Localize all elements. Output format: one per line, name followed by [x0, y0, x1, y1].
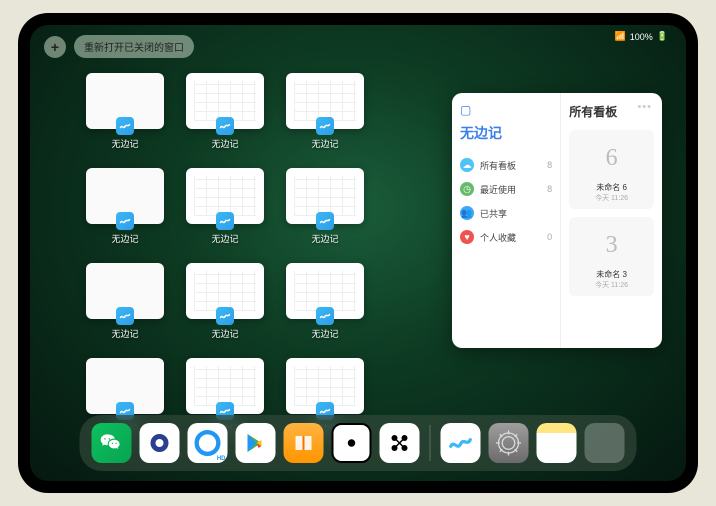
dock-play-store[interactable]: [236, 423, 276, 463]
item-label: 所有看板: [480, 159, 516, 172]
board-preview: 3: [575, 223, 648, 267]
item-count: 0: [547, 232, 552, 242]
freeform-app-icon: [116, 212, 134, 230]
panel-app-icon: ▢: [460, 103, 552, 117]
reopen-closed-window-button[interactable]: 重新打开已关闭的窗口: [74, 35, 194, 58]
freeform-app-icon: [116, 307, 134, 325]
item-label: 已共享: [480, 207, 507, 220]
item-count: 8: [547, 184, 552, 194]
window-label: 无边记: [111, 232, 138, 245]
item-label: 最近使用: [480, 183, 516, 196]
app-window[interactable]: 无边记: [284, 73, 366, 150]
window-thumbnail: [86, 168, 164, 224]
dock-separator: [430, 425, 431, 461]
dock-settings[interactable]: [489, 423, 529, 463]
window-label: 无边记: [311, 327, 338, 340]
panel-left-title: 无边记: [460, 123, 552, 143]
ipad-device: 📶 100% 🔋 + 重新打开已关闭的窗口 无边记无边记无边记无边记无边记无边记…: [18, 13, 698, 493]
window-thumbnail: [286, 73, 364, 129]
dock-game[interactable]: [332, 423, 372, 463]
app-window[interactable]: 无边记: [84, 263, 166, 340]
window-label: 无边记: [311, 137, 338, 150]
app-window[interactable]: 无边记: [184, 168, 266, 245]
board-card[interactable]: 6 未命名 6今天 11:26: [569, 130, 654, 209]
freeform-app-icon: [216, 307, 234, 325]
window-thumbnail: [186, 358, 264, 414]
sidebar-item[interactable]: ☁ 所有看板 8: [460, 153, 552, 177]
window-thumbnail: [86, 73, 164, 129]
window-thumbnail: [286, 358, 364, 414]
item-label: 个人收藏: [480, 231, 516, 244]
sidebar-item[interactable]: ♥ 个人收藏 0: [460, 225, 552, 249]
dock: HD: [80, 415, 637, 471]
app-window[interactable]: 无边记: [84, 168, 166, 245]
wifi-icon: 📶: [615, 31, 626, 42]
window-thumbnail: [286, 168, 364, 224]
window-label: 无边记: [211, 137, 238, 150]
dock-books[interactable]: [284, 423, 324, 463]
board-date: 今天 11:26: [575, 280, 648, 290]
panel-left: ▢ 无边记 ☁ 所有看板 8 ◷ 最近使用 8 👥 已共享 ♥ 个人收藏 0: [452, 93, 561, 348]
plus-icon: +: [51, 39, 59, 55]
app-window[interactable]: 无边记: [184, 73, 266, 150]
window-label: 无边记: [311, 232, 338, 245]
panel-right: 所有看板 6未命名 6今天 11:263未命名 3今天 11:26: [561, 93, 662, 348]
window-label: 无边记: [211, 232, 238, 245]
battery-label: 100%: [630, 32, 653, 42]
window-label: 无边记: [111, 137, 138, 150]
window-thumbnail: [186, 168, 264, 224]
app-window[interactable]: 无边记: [184, 263, 266, 340]
top-button-bar: + 重新打开已关闭的窗口: [44, 35, 194, 58]
dock-wechat[interactable]: [92, 423, 132, 463]
reopen-label: 重新打开已关闭的窗口: [84, 39, 184, 54]
more-icon[interactable]: •••: [637, 101, 652, 113]
dock-app-folder[interactable]: [585, 423, 625, 463]
app-window[interactable]: 无边记: [284, 168, 366, 245]
category-icon: ◷: [460, 182, 474, 196]
freeform-side-panel: ••• ▢ 无边记 ☁ 所有看板 8 ◷ 最近使用 8 👥 已共享 ♥ 个人收藏 0 所有看板 6 未…: [452, 93, 662, 348]
board-name: 未命名 6: [575, 182, 648, 193]
window-label: 无边记: [111, 327, 138, 340]
window-thumbnail: [86, 358, 164, 414]
board-card[interactable]: 3 未命名 3今天 11:26: [569, 217, 654, 296]
sidebar-item[interactable]: ◷ 最近使用 8: [460, 177, 552, 201]
status-bar: 📶 100% 🔋: [615, 31, 668, 42]
ipad-screen: 📶 100% 🔋 + 重新打开已关闭的窗口 无边记无边记无边记无边记无边记无边记…: [30, 25, 686, 481]
window-thumbnail: [186, 263, 264, 319]
app-window[interactable]: 无边记: [84, 73, 166, 150]
freeform-app-icon: [316, 117, 334, 135]
freeform-app-icon: [216, 212, 234, 230]
freeform-app-icon: [316, 307, 334, 325]
dock-qq-browser[interactable]: HD: [188, 423, 228, 463]
window-label: 无边记: [211, 327, 238, 340]
freeform-app-icon: [316, 212, 334, 230]
category-icon: ☁: [460, 158, 474, 172]
board-name: 未命名 3: [575, 269, 648, 280]
freeform-app-icon: [116, 117, 134, 135]
app-switcher-grid: 无边记无边记无边记无边记无边记无边记无边记无边记无边记无边记无边记无边记: [84, 73, 366, 435]
category-icon: ♥: [460, 230, 474, 244]
battery-icon: 🔋: [657, 31, 668, 42]
app-window[interactable]: 无边记: [284, 263, 366, 340]
freeform-app-icon: [216, 117, 234, 135]
category-icon: 👥: [460, 206, 474, 220]
board-date: 今天 11:26: [575, 193, 648, 203]
dock-quark[interactable]: [140, 423, 180, 463]
item-count: 8: [547, 160, 552, 170]
board-preview: 6: [575, 136, 648, 180]
dock-mi-app[interactable]: [380, 423, 420, 463]
window-thumbnail: [286, 263, 364, 319]
window-thumbnail: [186, 73, 264, 129]
dock-freeform[interactable]: [441, 423, 481, 463]
dock-notes[interactable]: [537, 423, 577, 463]
add-button[interactable]: +: [44, 36, 66, 58]
window-thumbnail: [86, 263, 164, 319]
sidebar-item[interactable]: 👥 已共享: [460, 201, 552, 225]
